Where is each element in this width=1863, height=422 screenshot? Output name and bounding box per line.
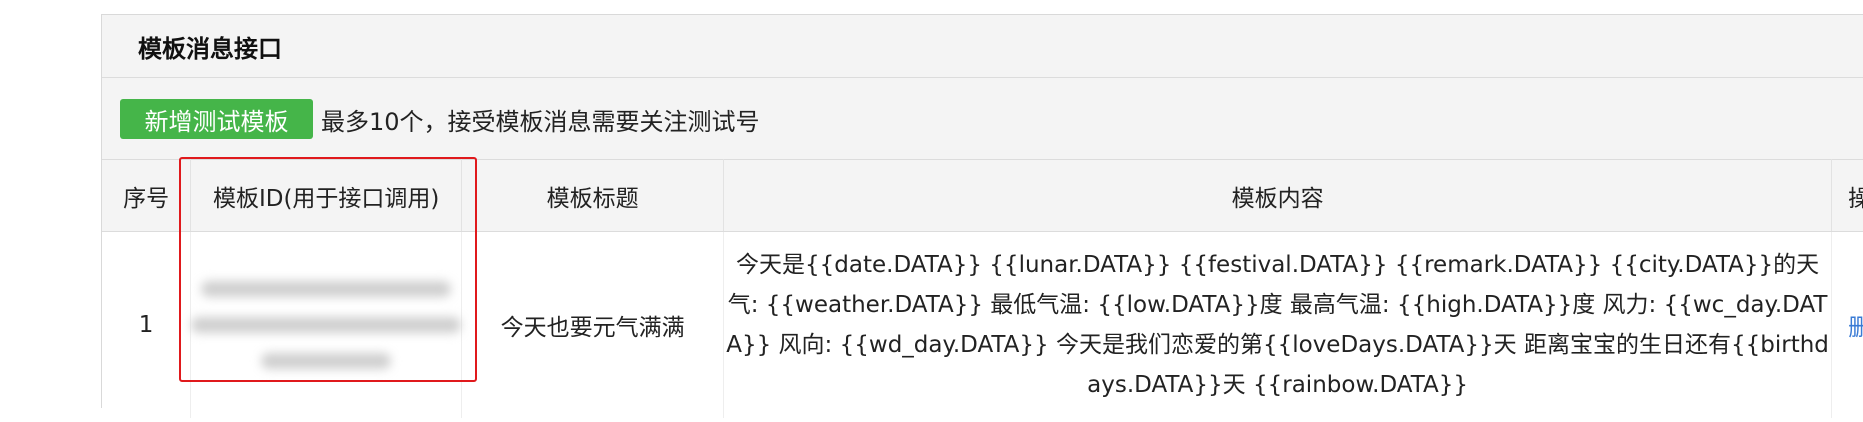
column-header-content: 模板内容 — [723, 159, 1833, 232]
row-index: 1 — [102, 231, 192, 418]
row-content: 今天是{{date.DATA}} {{lunar.DATA}} {{festiv… — [723, 231, 1833, 418]
template-limit-hint: 最多10个，接受模板消息需要关注测试号 — [321, 107, 760, 136]
row-title: 今天也要元气满满 — [461, 231, 725, 418]
column-header-index: 序号 — [102, 159, 192, 232]
delete-link[interactable]: 删 — [1848, 315, 1863, 341]
template-id-highlight-box — [179, 157, 477, 382]
toolbar: 新增测试模板 最多10个，接受模板消息需要关注测试号 — [102, 78, 1863, 160]
add-test-template-button[interactable]: 新增测试模板 — [120, 99, 313, 139]
panel-title: 模板消息接口 — [102, 15, 1863, 78]
row-action-cell: 删 — [1831, 231, 1863, 418]
column-header-action: 操 — [1831, 159, 1863, 232]
column-header-title: 模板标题 — [461, 159, 725, 232]
